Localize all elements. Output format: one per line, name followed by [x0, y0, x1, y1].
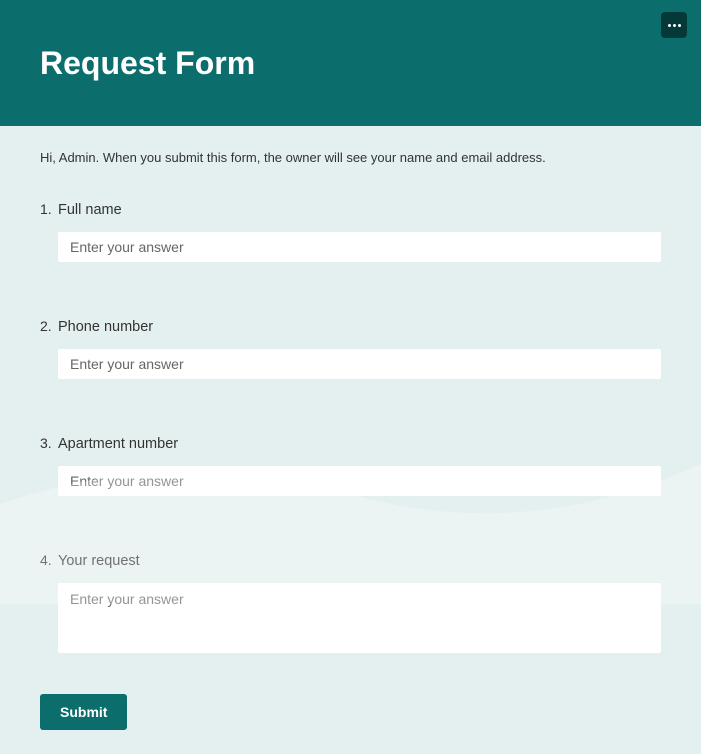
question-apartment-number: 3. Apartment number [40, 435, 661, 496]
question-your-request: 4. Your request [40, 552, 661, 658]
question-header: 1. Full name [40, 201, 661, 218]
ellipsis-icon [668, 24, 671, 27]
phone-number-input[interactable] [58, 349, 661, 379]
question-header: 3. Apartment number [40, 435, 661, 452]
full-name-input[interactable] [58, 232, 661, 262]
question-header: 4. Your request [40, 552, 661, 569]
intro-text: Hi, Admin. When you submit this form, th… [40, 150, 661, 165]
question-label: Your request [58, 553, 140, 569]
question-label: Phone number [58, 319, 153, 335]
question-label: Full name [58, 202, 122, 218]
form-header: Request Form [0, 0, 701, 126]
submit-button[interactable]: Submit [40, 694, 127, 730]
question-label: Apartment number [58, 436, 178, 452]
more-options-button[interactable] [661, 12, 687, 38]
form-title: Request Form [40, 45, 255, 82]
question-number: 2. [40, 318, 58, 334]
question-header: 2. Phone number [40, 318, 661, 335]
question-number: 3. [40, 435, 58, 451]
question-number: 1. [40, 201, 58, 217]
question-phone-number: 2. Phone number [40, 318, 661, 379]
ellipsis-icon [673, 24, 676, 27]
form-content: Hi, Admin. When you submit this form, th… [0, 126, 701, 730]
apartment-number-input[interactable] [58, 466, 661, 496]
question-full-name: 1. Full name [40, 201, 661, 262]
your-request-input[interactable] [58, 583, 661, 653]
question-number: 4. [40, 552, 58, 568]
ellipsis-icon [678, 24, 681, 27]
